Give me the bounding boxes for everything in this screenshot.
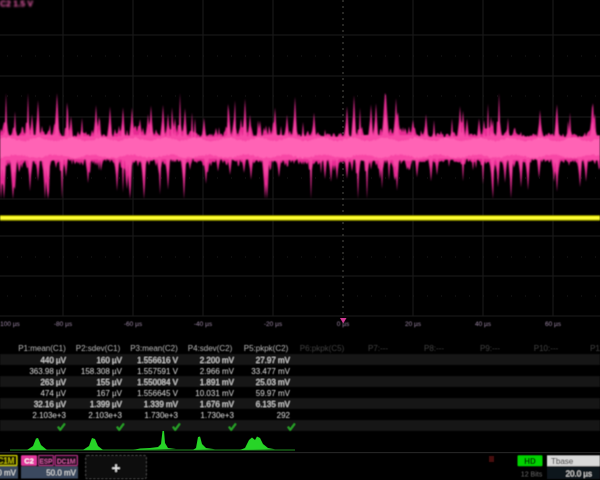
svg-text:P4:sdev(C2): P4:sdev(C2) bbox=[188, 344, 233, 353]
svg-text:2.103e+3: 2.103e+3 bbox=[32, 411, 66, 420]
svg-text:2.200 mV: 2.200 mV bbox=[200, 356, 235, 365]
svg-text:474 µV: 474 µV bbox=[40, 389, 66, 398]
svg-text:P7:---: P7:--- bbox=[368, 344, 388, 353]
svg-text:1.557591 V: 1.557591 V bbox=[137, 367, 179, 376]
svg-text:1.339 mV: 1.339 mV bbox=[144, 400, 179, 409]
svg-text:C2 1.5 V: C2 1.5 V bbox=[0, 0, 33, 9]
svg-text:1.730e+3: 1.730e+3 bbox=[200, 411, 234, 420]
svg-text:6.135 mV: 6.135 mV bbox=[256, 400, 291, 409]
svg-text:1.730e+3: 1.730e+3 bbox=[144, 411, 178, 420]
svg-text:ESP: ESP bbox=[39, 458, 52, 465]
svg-text:25.03 mV: 25.03 mV bbox=[256, 378, 291, 387]
svg-text:59.97 mV: 59.97 mV bbox=[256, 389, 291, 398]
svg-text:1.676 mV: 1.676 mV bbox=[200, 400, 235, 409]
svg-text:1.556616 V: 1.556616 V bbox=[137, 356, 179, 365]
svg-text:50.0 mV: 50.0 mV bbox=[46, 469, 76, 478]
svg-text:155 µV: 155 µV bbox=[96, 378, 122, 387]
svg-text:P10:---: P10:--- bbox=[534, 344, 559, 353]
svg-text:40 µs: 40 µs bbox=[475, 321, 492, 328]
svg-text:P6:pkpk(C5): P6:pkpk(C5) bbox=[300, 344, 345, 353]
svg-text:C2: C2 bbox=[24, 457, 34, 466]
svg-text:0 µs: 0 µs bbox=[337, 321, 350, 328]
svg-text:1.556645 V: 1.556645 V bbox=[137, 389, 179, 398]
svg-text:2.103e+3: 2.103e+3 bbox=[88, 411, 122, 420]
svg-text:-40 µs: -40 µs bbox=[194, 321, 213, 328]
svg-text:363.98 µV: 363.98 µV bbox=[29, 367, 66, 376]
svg-text:20.0 µs: 20.0 µs bbox=[566, 469, 592, 478]
svg-text:P3:mean(C2): P3:mean(C2) bbox=[130, 344, 178, 353]
svg-text:-100 µs: -100 µs bbox=[0, 321, 21, 328]
svg-text:0 mV: 0 mV bbox=[0, 469, 17, 478]
svg-text:P11:---: P11:--- bbox=[590, 344, 600, 353]
svg-text:P2:sdev(C1): P2:sdev(C1) bbox=[76, 344, 121, 353]
svg-text:27.97 mV: 27.97 mV bbox=[256, 356, 291, 365]
svg-text:167 µV: 167 µV bbox=[96, 389, 122, 398]
svg-text:-80 µs: -80 µs bbox=[54, 321, 73, 328]
svg-text:292: 292 bbox=[277, 411, 291, 420]
svg-text:1.891 mV: 1.891 mV bbox=[200, 378, 235, 387]
svg-text:-20 µs: -20 µs bbox=[264, 321, 283, 328]
svg-text:Tbase: Tbase bbox=[551, 457, 574, 466]
svg-text:1.399 µV: 1.399 µV bbox=[90, 400, 123, 409]
svg-text:-60 µs: -60 µs bbox=[124, 321, 143, 328]
svg-text:10.031 mV: 10.031 mV bbox=[195, 389, 234, 398]
svg-text:440 µV: 440 µV bbox=[40, 356, 66, 365]
svg-text:158.308 µV: 158.308 µV bbox=[81, 367, 123, 376]
svg-text:DC1M: DC1M bbox=[0, 457, 15, 466]
svg-text:P1:mean(C1): P1:mean(C1) bbox=[18, 344, 66, 353]
svg-text:DC1M: DC1M bbox=[57, 458, 75, 465]
svg-text:60 µs: 60 µs bbox=[545, 321, 562, 328]
svg-text:20 µs: 20 µs bbox=[405, 321, 422, 328]
svg-text:160 µV: 160 µV bbox=[96, 356, 122, 365]
svg-text:33.477 mV: 33.477 mV bbox=[251, 367, 290, 376]
svg-text:HD: HD bbox=[524, 457, 536, 466]
svg-text:12 Bits: 12 Bits bbox=[521, 471, 543, 478]
svg-text:32.16 µV: 32.16 µV bbox=[34, 400, 67, 409]
svg-text:P8:---: P8:--- bbox=[424, 344, 444, 353]
svg-text:2.966 mV: 2.966 mV bbox=[200, 367, 235, 376]
svg-text:263 µV: 263 µV bbox=[40, 378, 66, 387]
svg-text:P5:pkpk(C2): P5:pkpk(C2) bbox=[244, 344, 289, 353]
svg-text:P9:---: P9:--- bbox=[480, 344, 500, 353]
svg-text:1.550084 V: 1.550084 V bbox=[137, 378, 179, 387]
